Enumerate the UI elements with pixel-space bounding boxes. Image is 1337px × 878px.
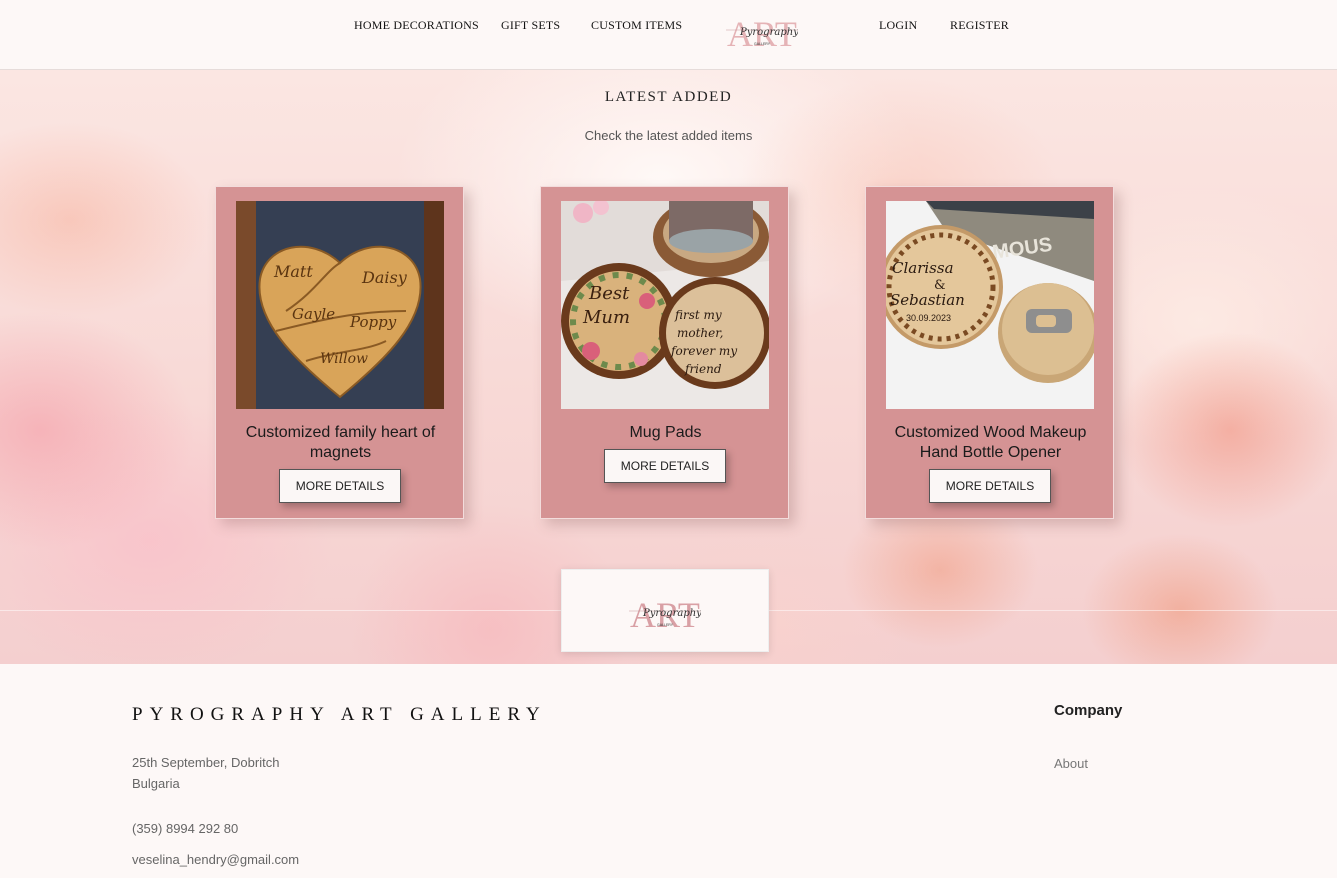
logo-script-text: Pyrography <box>739 27 798 38</box>
product-title: Customized Wood Makeup Hand Bottle Opene… <box>894 424 1087 461</box>
logo-icon[interactable]: ART Pyrography GALLERY <box>629 594 701 630</box>
coaster-text-6: friend <box>684 362 722 376</box>
section-title: LATEST ADDED <box>604 89 733 105</box>
footer-company-heading: Company <box>1054 702 1123 719</box>
coaster-text-2: Mum <box>582 307 630 328</box>
magnet-name-2: Daisy <box>361 268 408 287</box>
footer-brand: PYROGRAPHY ART GALLERY <box>132 704 547 725</box>
product-image-bottle-opener[interactable]: AMOUS Clarissa & Sebastian 30.09.2023 <box>886 201 1094 409</box>
logo-small-text: GALLERY <box>754 42 771 46</box>
address-line-2: Bulgaria <box>132 776 180 791</box>
nav-login[interactable]: LOGIN <box>879 18 917 33</box>
address-line-1: 25th September, Dobritch <box>132 755 280 770</box>
product-image-heart-magnets[interactable]: Matt Daisy Gayle Poppy Willow <box>236 201 444 409</box>
section-subtitle: Check the latest added items <box>584 128 753 143</box>
footer-about-link[interactable]: About <box>1054 756 1088 771</box>
magnet-name-5: Willow <box>320 351 368 367</box>
more-details-button[interactable]: MORE DETAILS <box>929 469 1051 503</box>
opener-text-3: Sebastian <box>890 291 965 309</box>
nav-home-decorations[interactable]: HOME DECORATIONS <box>354 18 479 33</box>
site-logo[interactable]: ART Pyrography GALLERY <box>726 14 798 48</box>
opener-text-4: 30.09.2023 <box>906 313 951 323</box>
nav-gift-sets[interactable]: GIFT SETS <box>501 18 560 33</box>
nav-custom-items[interactable]: CUSTOM ITEMS <box>591 18 682 33</box>
product-image-mug-pads[interactable]: Best Mum first my mother, forever my fri… <box>561 201 769 409</box>
site-header: HOME DECORATIONS GIFT SETS CUSTOM ITEMS … <box>0 0 1337 70</box>
coaster-text-3: first my <box>674 308 722 322</box>
footer-phone: (359) 8994 292 80 <box>132 821 239 836</box>
logo-box: ART Pyrography GALLERY <box>561 569 769 652</box>
coaster-text-4: mother, <box>677 326 724 340</box>
latest-added-section: LATEST ADDED Check the latest added item… <box>0 70 1337 664</box>
opener-text-1: Clarissa <box>892 259 954 277</box>
magnet-name-1: Matt <box>273 262 313 281</box>
logo-box-small-text: GALLERY <box>657 623 674 627</box>
product-title: Customized family heart of magnets <box>245 424 436 461</box>
product-card: AMOUS Clarissa & Sebastian 30.09.2023 Cu… <box>865 186 1114 519</box>
product-title: Mug Pads <box>629 424 702 441</box>
nav-register[interactable]: REGISTER <box>950 18 1009 33</box>
coaster-text-1: Best <box>588 283 630 304</box>
site-footer: PYROGRAPHY ART GALLERY 25th September, D… <box>0 664 1337 878</box>
magnet-name-3: Gayle <box>292 305 335 323</box>
magnet-name-4: Poppy <box>349 313 397 331</box>
footer-email[interactable]: veselina_hendry@gmail.com <box>132 852 299 867</box>
coaster-text-5: forever my <box>670 344 737 358</box>
product-card: Matt Daisy Gayle Poppy Willow Customized… <box>215 186 464 519</box>
product-card: Best Mum first my mother, forever my fri… <box>540 186 789 519</box>
more-details-button[interactable]: MORE DETAILS <box>279 469 401 503</box>
footer-address: 25th September, Dobritch Bulgaria <box>132 752 279 794</box>
more-details-button[interactable]: MORE DETAILS <box>604 449 726 483</box>
logo-box-script-text: Pyrography <box>642 608 701 619</box>
